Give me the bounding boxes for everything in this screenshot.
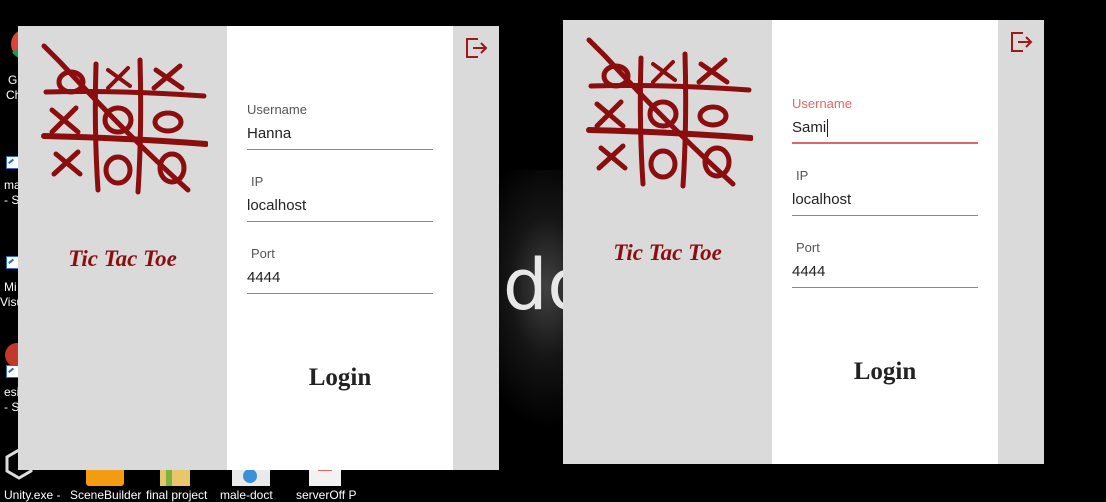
port-label: Port (796, 240, 820, 255)
username-label: Username (247, 102, 307, 117)
side-rail (453, 26, 499, 470)
port-input[interactable]: 4444 (792, 256, 978, 288)
username-value: Hanna (247, 125, 292, 142)
tic-tac-toe-logo-icon (41, 43, 208, 195)
text-caret (827, 119, 829, 138)
logout-icon[interactable] (1009, 29, 1033, 55)
ip-value: localhost (247, 197, 307, 214)
username-input[interactable]: Hanna (247, 118, 433, 150)
desktop-icon-label: G (8, 73, 18, 87)
port-value: 4444 (792, 263, 826, 280)
logout-icon[interactable] (464, 35, 488, 61)
login-button[interactable]: Login (772, 358, 998, 386)
ip-input[interactable]: localhost (247, 190, 433, 222)
desktop-icon-label: Unity.exe - (4, 488, 61, 502)
port-value: 4444 (247, 269, 281, 286)
tic-tac-toe-logo-icon (586, 37, 753, 189)
wallpaper-text: do (503, 244, 563, 326)
username-label: Username (792, 96, 852, 111)
port-field: Port 4444 (792, 240, 978, 296)
desktop-icon-label: serverOff P (296, 488, 357, 502)
login-button[interactable]: Login (227, 364, 453, 392)
username-value: Sami (792, 119, 827, 136)
ip-field: IP localhost (247, 174, 433, 230)
app-title: Tic Tac Toe (613, 240, 722, 265)
port-label: Port (251, 246, 275, 261)
login-window-2: Tic Tac Toe Username Sami IP localhost P… (563, 20, 1044, 464)
ip-input[interactable]: localhost (792, 184, 978, 216)
username-field: Username Hanna (247, 102, 433, 158)
ip-label: IP (796, 168, 809, 183)
login-form: Username Hanna IP localhost Port 4444 Lo… (227, 26, 453, 470)
ip-field: IP localhost (792, 168, 978, 224)
side-rail (998, 20, 1044, 464)
desktop-icon-label: SceneBuilder (70, 488, 142, 502)
port-field: Port 4444 (247, 246, 433, 302)
brand-panel: Tic Tac Toe (563, 20, 772, 464)
desktop-icon-label: final project (146, 488, 208, 502)
desktop-icon-label: Mi (4, 280, 17, 294)
login-form: Username Sami IP localhost Port 4444 Log… (772, 20, 998, 464)
username-field: Username Sami (792, 96, 978, 152)
app-title: Tic Tac Toe (68, 246, 177, 271)
desktop-icon-label: male-doct (220, 488, 273, 502)
login-window-1: Tic Tac Toe Username Hanna IP localhost … (18, 26, 499, 470)
ip-label: IP (251, 174, 264, 189)
ip-value: localhost (792, 191, 852, 208)
username-input[interactable]: Sami (792, 112, 978, 144)
port-input[interactable]: 4444 (247, 262, 433, 294)
brand-panel: Tic Tac Toe (18, 26, 227, 470)
